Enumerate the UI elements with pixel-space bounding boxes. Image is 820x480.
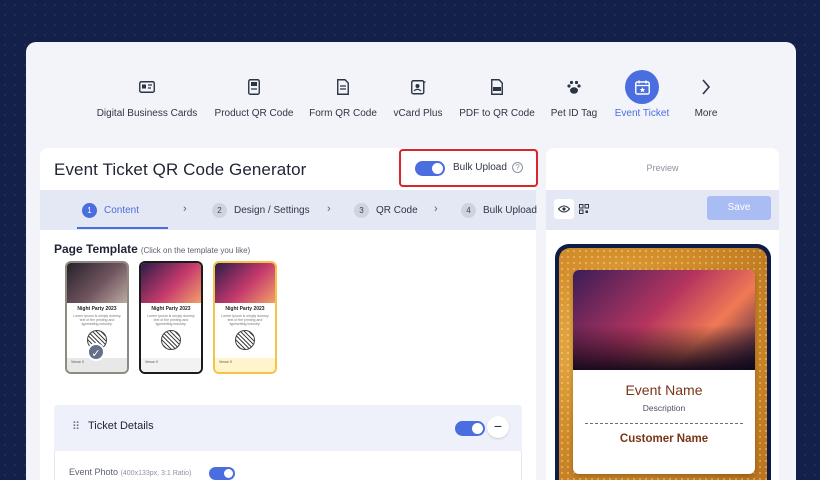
pdf-icon	[480, 70, 514, 104]
nav-item-vcard-plus[interactable]: vCard Plus	[390, 70, 446, 130]
nav-label: Product QR Code	[214, 108, 294, 119]
drag-handle-icon[interactable]: ⠿	[72, 420, 80, 433]
preview-eye-button[interactable]	[554, 199, 574, 219]
event-photo-row: Event Photo (400x133px, 3:1 Ratio)	[54, 451, 522, 480]
nav-label: vCard Plus	[393, 108, 443, 119]
step-number: 1	[82, 202, 97, 218]
content-panel: Page Template (Click on the template you …	[40, 230, 536, 480]
preview-toolbar: Save	[546, 190, 779, 230]
qr-code-icon	[235, 330, 255, 350]
paw-icon	[557, 70, 591, 104]
event-ticket-card: Event Name Description Customer Name	[573, 270, 755, 474]
step-label: Content	[104, 204, 140, 216]
template-footer: Venue X	[215, 358, 275, 372]
nav-item-event-ticket[interactable]: Event Ticket	[612, 70, 672, 130]
ticket-details-toggle[interactable]	[455, 421, 485, 436]
chevron-right-icon: ›	[434, 203, 438, 215]
page-title: Event Ticket QR Code Generator	[54, 160, 307, 179]
event-description: Description	[642, 403, 686, 413]
help-icon[interactable]: ?	[512, 162, 523, 173]
event-photo-label-text: Event Photo	[69, 467, 119, 477]
step-bar: 1 Content › 2 Design / Settings › 3 QR C…	[40, 190, 537, 230]
template-option-yellow[interactable]: Night Party 2023 Lorem Ipsum is simply d…	[213, 261, 277, 374]
template-photo	[215, 263, 275, 303]
dashed-divider	[585, 423, 743, 424]
eye-icon	[558, 205, 570, 213]
preview-qr-button[interactable]	[574, 199, 594, 219]
qr-type-nav: Digital Business Cards Product QR Code F…	[26, 70, 796, 130]
template-photo	[141, 263, 201, 303]
template-title: Night Party 2023	[77, 306, 117, 312]
page-template-title: Page Template	[54, 242, 138, 256]
save-button[interactable]: Save	[707, 196, 771, 220]
chevron-right-icon: ›	[327, 203, 331, 215]
template-subtitle: Lorem Ipsum is simply dummy text of the …	[73, 314, 121, 326]
contact-card-icon	[401, 70, 435, 104]
customer-name: Customer Name	[619, 433, 709, 445]
bulk-upload-highlight: Bulk Upload ?	[399, 149, 538, 187]
step-content[interactable]: 1 Content	[82, 190, 139, 230]
step-label: Design / Settings	[234, 204, 310, 216]
page-template-hint: (Click on the template you like)	[140, 246, 251, 255]
nav-item-pdf-to-qr-code[interactable]: PDF to QR Code	[458, 70, 536, 130]
product-doc-icon	[237, 70, 271, 104]
step-label: Bulk Upload	[483, 204, 537, 216]
template-option-gray[interactable]: Night Party 2023 Lorem Ipsum is simply d…	[65, 261, 129, 374]
event-photo	[573, 270, 755, 370]
nav-label: Pet ID Tag	[550, 108, 598, 119]
phone-screen: Event Name Description Customer Name	[559, 248, 767, 480]
step-number: 4	[461, 202, 476, 218]
event-photo-label: Event Photo (400x133px, 3:1 Ratio)	[69, 467, 191, 477]
nav-label: More	[694, 108, 718, 119]
step-label: QR Code	[376, 204, 418, 216]
form-doc-icon	[326, 70, 360, 104]
phone-mockup: Event Name Description Customer Name	[555, 244, 771, 480]
nav-label: PDF to QR Code	[459, 108, 535, 119]
ticket-details-section[interactable]: ⠿ Ticket Details −	[54, 405, 522, 451]
nav-item-form-qr-code[interactable]: Form QR Code	[308, 70, 378, 130]
nav-item-product-qr-code[interactable]: Product QR Code	[214, 70, 294, 130]
qr-icon	[579, 204, 589, 214]
id-card-icon	[130, 70, 164, 104]
nav-label: Digital Business Cards	[96, 108, 198, 119]
active-step-underline	[77, 227, 168, 229]
template-subtitle: Lorem Ipsum is simply dummy text of the …	[147, 314, 195, 326]
template-footer: Venue X	[141, 358, 201, 372]
chevron-right-icon	[689, 70, 723, 104]
preview-header: Preview	[546, 148, 779, 190]
event-photo-hint: (400x133px, 3:1 Ratio)	[120, 470, 192, 477]
nav-item-pet-id-tag[interactable]: Pet ID Tag	[548, 70, 600, 130]
step-bulk-upload[interactable]: 4 Bulk Upload	[461, 190, 537, 230]
step-number: 2	[212, 202, 227, 218]
nav-label: Form QR Code	[309, 108, 377, 119]
preview-panel: Event Name Description Customer Name	[546, 230, 779, 480]
nav-item-more[interactable]: More	[686, 70, 726, 130]
ticket-details-label: Ticket Details	[88, 420, 154, 432]
selected-check-icon: ✓	[87, 343, 105, 361]
event-name: Event Name	[625, 382, 703, 398]
nav-label: Event Ticket	[614, 108, 670, 119]
calendar-star-icon	[625, 70, 659, 104]
step-qr-code[interactable]: 3 QR Code	[354, 190, 418, 230]
preview-label: Preview	[646, 163, 679, 173]
template-option-dark[interactable]: Night Party 2023 Lorem Ipsum is simply d…	[139, 261, 203, 374]
template-subtitle: Lorem Ipsum is simply dummy text of the …	[221, 314, 269, 326]
collapse-button[interactable]: −	[487, 416, 509, 438]
chevron-right-icon: ›	[183, 203, 187, 215]
step-design-settings[interactable]: 2 Design / Settings	[212, 190, 310, 230]
generator-header: Event Ticket QR Code Generator Bulk Uplo…	[40, 148, 538, 190]
qr-code-icon	[161, 330, 181, 350]
main-card: Digital Business Cards Product QR Code F…	[26, 42, 796, 480]
bulk-upload-label: Bulk Upload	[453, 162, 507, 173]
bulk-upload-toggle[interactable]	[415, 161, 445, 176]
step-number: 3	[354, 202, 369, 218]
event-photo-toggle[interactable]	[209, 467, 235, 480]
template-title: Night Party 2023	[151, 306, 191, 312]
page-template-heading: Page Template (Click on the template you …	[54, 242, 250, 256]
template-title: Night Party 2023	[225, 306, 265, 312]
template-photo	[67, 263, 127, 303]
nav-item-digital-business-cards[interactable]: Digital Business Cards	[96, 70, 198, 130]
